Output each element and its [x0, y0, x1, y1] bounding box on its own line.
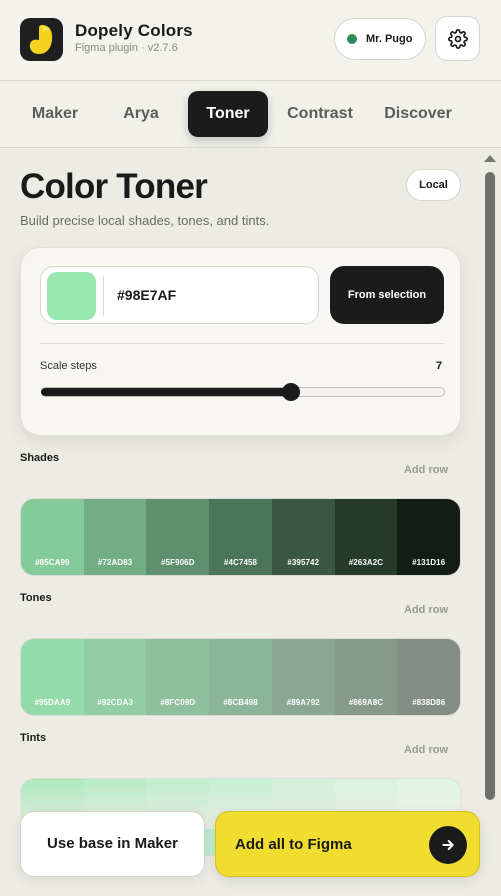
tones-add-row-button[interactable]: Add row	[404, 604, 448, 616]
gear-icon	[447, 28, 468, 49]
local-badge[interactable]: Local	[406, 169, 461, 201]
tones-swatch[interactable]: #95DAA9	[21, 639, 84, 715]
shades-swatch-hex: #5F906D	[160, 558, 195, 567]
input-divider	[103, 276, 104, 316]
tones-swatch-hex: #8CB498	[223, 698, 258, 707]
tones-swatch-hex: #95DAA9	[34, 698, 71, 707]
scale-steps-label: Scale steps	[40, 360, 97, 372]
tab-discover[interactable]: Discover	[380, 91, 456, 137]
shades-add-row-button[interactable]: Add row	[404, 464, 448, 476]
tones-label: Tones	[20, 592, 52, 604]
from-selection-button[interactable]: From selection	[330, 266, 444, 324]
page-title: Color Toner	[20, 167, 208, 206]
base-color-card: #98E7AF From selection Scale steps 7	[20, 247, 461, 436]
tones-swatch[interactable]: #8CB498	[209, 639, 272, 715]
tones-swatch-hex: #8FC09D	[160, 698, 196, 707]
shades-swatch-hex: #395742	[287, 558, 320, 567]
slider-fill	[41, 388, 292, 396]
app-name: Dopely Colors	[75, 21, 193, 40]
shades-swatch[interactable]: #4C7458	[209, 499, 272, 575]
add-all-to-figma-button[interactable]: Add all to Figma	[215, 811, 480, 877]
shades-swatch-hex: #4C7458	[223, 558, 258, 567]
tones-palette: #95DAA9 #92CDA3 #8FC09D #8CB498 #89A792 #869A…	[20, 638, 461, 716]
main-tabs: Maker Arya Toner Contrast Discover	[0, 82, 501, 148]
toner-panel: Color Toner Local Build precise local sh…	[0, 149, 501, 896]
hex-value[interactable]: #98E7AF	[117, 287, 176, 303]
tab-arya[interactable]: Arya	[108, 91, 174, 137]
shades-swatch[interactable]: #395742	[271, 499, 335, 575]
tones-swatch[interactable]: #869A8C	[334, 639, 398, 715]
add-all-label: Add all to Figma	[235, 836, 352, 853]
tones-swatch-hex: #89A792	[286, 698, 320, 707]
card-divider	[40, 343, 444, 344]
tones-swatch-hex: #838D86	[412, 698, 446, 707]
shades-swatch[interactable]: #85CA99	[21, 499, 84, 575]
tones-swatch-hex: #92CDA3	[97, 698, 133, 707]
scrollbar-thumb[interactable]	[485, 172, 495, 800]
tab-maker[interactable]: Maker	[20, 91, 90, 137]
tones-swatch[interactable]: #838D86	[397, 639, 460, 715]
scroll-up-icon[interactable]	[484, 155, 496, 162]
shades-swatch[interactable]: #263A2C	[334, 499, 398, 575]
shades-swatch-hex: #85CA99	[35, 558, 70, 567]
shades-swatch[interactable]: #131D16	[397, 499, 460, 575]
online-status-dot	[347, 34, 357, 44]
app-header: Dopely Colors Figma plugin · v2.7.6 Mr. …	[0, 0, 501, 81]
tones-swatch-hex: #869A8C	[348, 698, 384, 707]
base-color-input[interactable]: #98E7AF	[40, 266, 319, 324]
shades-swatch-hex: #263A2C	[348, 558, 384, 567]
user-account-button[interactable]: Mr. Pugo	[334, 18, 426, 60]
page-subtitle: Build precise local shades, tones, and t…	[20, 213, 270, 228]
settings-button[interactable]	[435, 16, 480, 61]
tints-label: Tints	[20, 732, 47, 744]
dopely-logo-icon	[20, 18, 63, 61]
arrow-right-icon	[429, 826, 467, 864]
shades-palette: #85CA99 #72AD83 #5F906D #4C7458 #395742 #263A…	[20, 498, 461, 576]
slider-handle[interactable]	[282, 383, 301, 401]
tab-toner[interactable]: Toner	[188, 91, 268, 137]
tones-swatch[interactable]: #8FC09D	[146, 639, 210, 715]
base-color-swatch[interactable]	[47, 272, 96, 320]
scale-steps-value: 7	[436, 360, 443, 372]
shades-label: Shades	[20, 452, 60, 464]
shades-swatch-hex: #131D16	[412, 558, 446, 567]
tones-swatch[interactable]: #92CDA3	[83, 639, 147, 715]
app-version: Figma plugin · v2.7.6	[75, 42, 178, 54]
user-name: Mr. Pugo	[366, 33, 413, 45]
shades-swatch[interactable]: #72AD83	[83, 499, 147, 575]
shades-swatch-hex: #72AD83	[97, 558, 133, 567]
tints-add-row-button[interactable]: Add row	[404, 744, 448, 756]
tab-contrast[interactable]: Contrast	[282, 91, 358, 137]
tones-swatch[interactable]: #89A792	[271, 639, 335, 715]
use-base-in-maker-button[interactable]: Use base in Maker	[20, 811, 205, 877]
shades-swatch[interactable]: #5F906D	[146, 499, 210, 575]
